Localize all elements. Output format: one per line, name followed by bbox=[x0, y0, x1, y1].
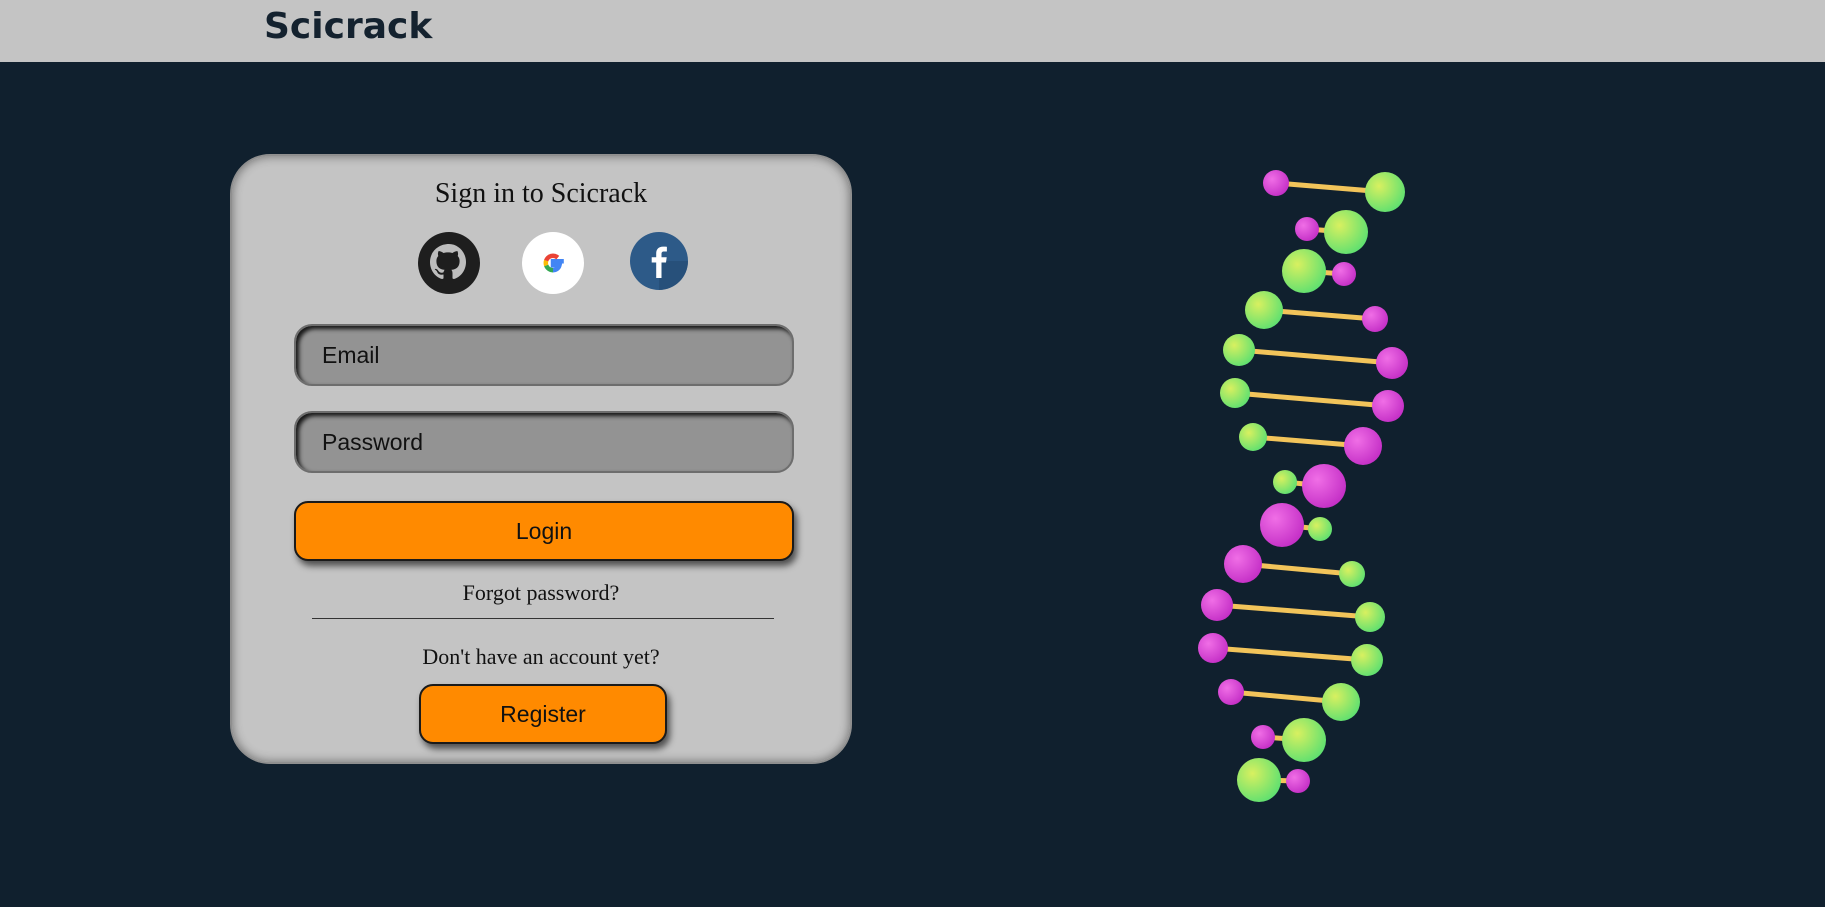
top-bar: Scicrack bbox=[0, 0, 1825, 62]
login-button[interactable]: Login bbox=[294, 501, 794, 561]
register-button[interactable]: Register bbox=[419, 684, 667, 744]
dna-node-green bbox=[1273, 470, 1297, 494]
dna-node-pink bbox=[1201, 589, 1233, 621]
dna-node-pink bbox=[1251, 725, 1275, 749]
dna-node-green bbox=[1239, 423, 1267, 451]
dna-node-pink bbox=[1286, 769, 1310, 793]
login-button-label: Login bbox=[515, 517, 573, 544]
register-button-label: Register bbox=[500, 700, 586, 727]
dna-node-green bbox=[1223, 334, 1255, 366]
dna-node-pink bbox=[1263, 170, 1289, 196]
dna-node-green bbox=[1245, 291, 1283, 329]
login-card: Sign in to Scicrack Login Forgot passwor… bbox=[230, 154, 852, 764]
brand-logo-text[interactable]: Scicrack bbox=[264, 6, 432, 47]
dna-helix-illustration bbox=[1198, 170, 1408, 802]
dna-node-green bbox=[1339, 561, 1365, 587]
dna-node-green bbox=[1282, 718, 1326, 762]
dna-node-pink bbox=[1260, 503, 1304, 547]
dna-rung bbox=[1210, 645, 1370, 663]
dna-node-green bbox=[1220, 378, 1250, 408]
dna-node-green bbox=[1322, 683, 1360, 721]
dna-node-pink bbox=[1332, 262, 1356, 286]
forgot-password-link[interactable]: Forgot password? bbox=[232, 580, 850, 606]
dna-node-pink bbox=[1376, 347, 1408, 379]
divider bbox=[312, 618, 774, 619]
facebook-icon[interactable] bbox=[630, 232, 688, 290]
dna-node-pink bbox=[1344, 427, 1382, 465]
dna-node-green bbox=[1355, 602, 1385, 632]
github-icon[interactable] bbox=[418, 232, 480, 294]
dna-node-pink bbox=[1198, 633, 1228, 663]
dna-node-pink bbox=[1362, 306, 1388, 332]
login-title: Sign in to Scicrack bbox=[434, 178, 648, 209]
dna-node-pink bbox=[1224, 545, 1262, 583]
email-field[interactable] bbox=[294, 324, 794, 386]
google-icon[interactable] bbox=[522, 232, 584, 294]
dna-node-pink bbox=[1302, 464, 1346, 508]
no-account-text: Don't have an account yet? bbox=[422, 644, 660, 669]
dna-node-green bbox=[1365, 172, 1405, 212]
dna-node-pink bbox=[1372, 390, 1404, 422]
dna-rung bbox=[1232, 390, 1391, 409]
dna-node-green bbox=[1351, 644, 1383, 676]
dna-node-green bbox=[1282, 249, 1326, 293]
dna-rung bbox=[1214, 602, 1373, 620]
password-field[interactable] bbox=[294, 411, 794, 473]
dna-node-pink bbox=[1218, 679, 1244, 705]
dna-rung bbox=[1236, 347, 1395, 366]
dna-node-green bbox=[1324, 210, 1368, 254]
dna-node-pink bbox=[1295, 217, 1319, 241]
dna-node-green bbox=[1308, 517, 1332, 541]
dna-node-green bbox=[1237, 758, 1281, 802]
